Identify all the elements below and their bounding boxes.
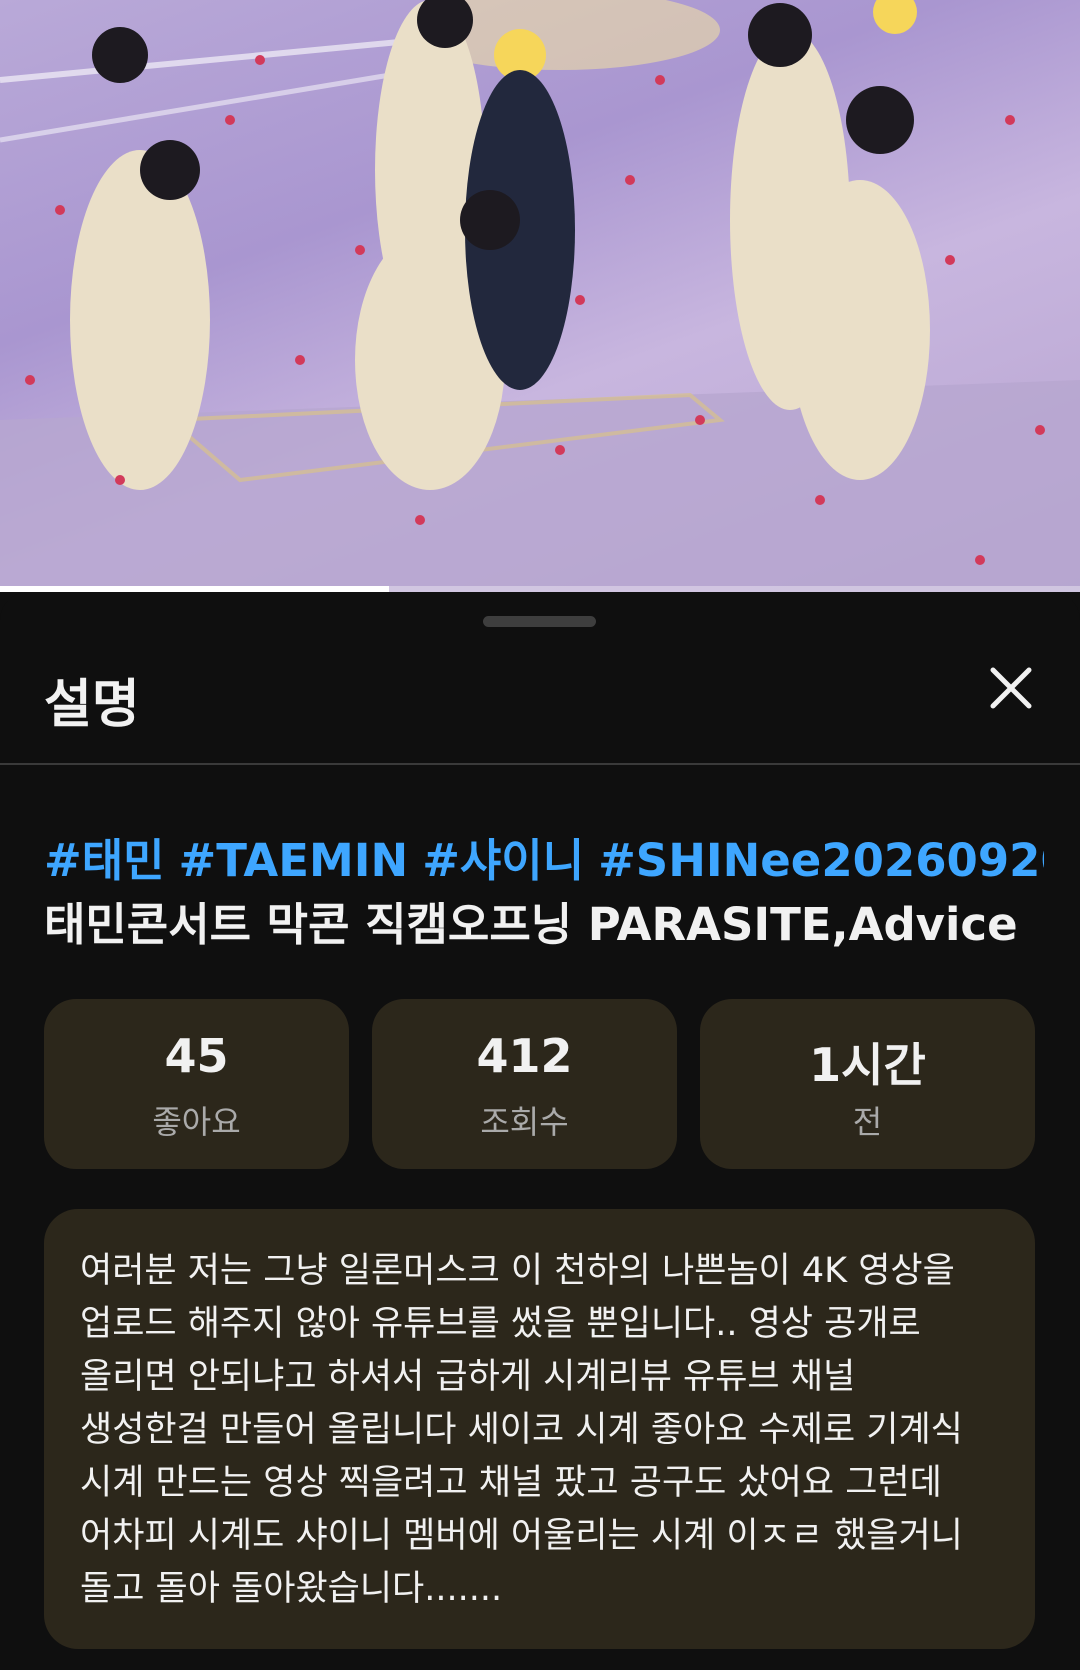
close-icon — [990, 667, 1032, 709]
likes-label: 좋아요 — [152, 1103, 241, 1141]
upload-time-label: 전 — [852, 1103, 883, 1141]
hashtag-link[interactable]: #SHINee20260920 — [598, 834, 1044, 887]
likes-stat-card: 45 좋아요 — [44, 999, 349, 1169]
video-player[interactable] — [0, 0, 1080, 592]
hashtag-row: #태민 #TAEMIN #샤이니 #SHINee20260920 — [44, 824, 1044, 889]
upload-time-value: 1시간 — [809, 1038, 926, 1092]
header-divider — [0, 763, 1080, 765]
sheet-title: 설명 — [44, 675, 140, 735]
hashtag-link[interactable]: #TAEMIN — [179, 834, 409, 887]
views-label: 조회수 — [480, 1103, 569, 1141]
close-button[interactable] — [985, 662, 1037, 714]
views-count: 412 — [476, 1029, 573, 1083]
description-sheet: 설명 #태민 #TAEMIN #샤이니 #SHINee20260920 태민콘서트 막… — [0, 592, 1080, 1670]
description-box: 여러분 저는 그냥 일론머스크 이 천하의 나쁜놈이 4K 영상을 업로드 해주… — [44, 1209, 1035, 1649]
hashtag-link[interactable]: #태민 — [44, 834, 165, 887]
views-stat-card: 412 조회수 — [372, 999, 677, 1169]
video-title: 태민콘서트 막콘 직캠오프닝 PARASITE,Advice — [44, 898, 1018, 951]
hashtag-link[interactable]: #샤이니 — [422, 834, 584, 887]
video-frame-image — [0, 0, 1080, 592]
likes-count: 45 — [164, 1029, 229, 1083]
drag-handle[interactable] — [483, 616, 596, 627]
description-text: 여러분 저는 그냥 일론머스크 이 천하의 나쁜놈이 4K 영상을 업로드 해주… — [80, 1251, 963, 1609]
upload-time-stat-card: 1시간 전 — [700, 999, 1035, 1169]
